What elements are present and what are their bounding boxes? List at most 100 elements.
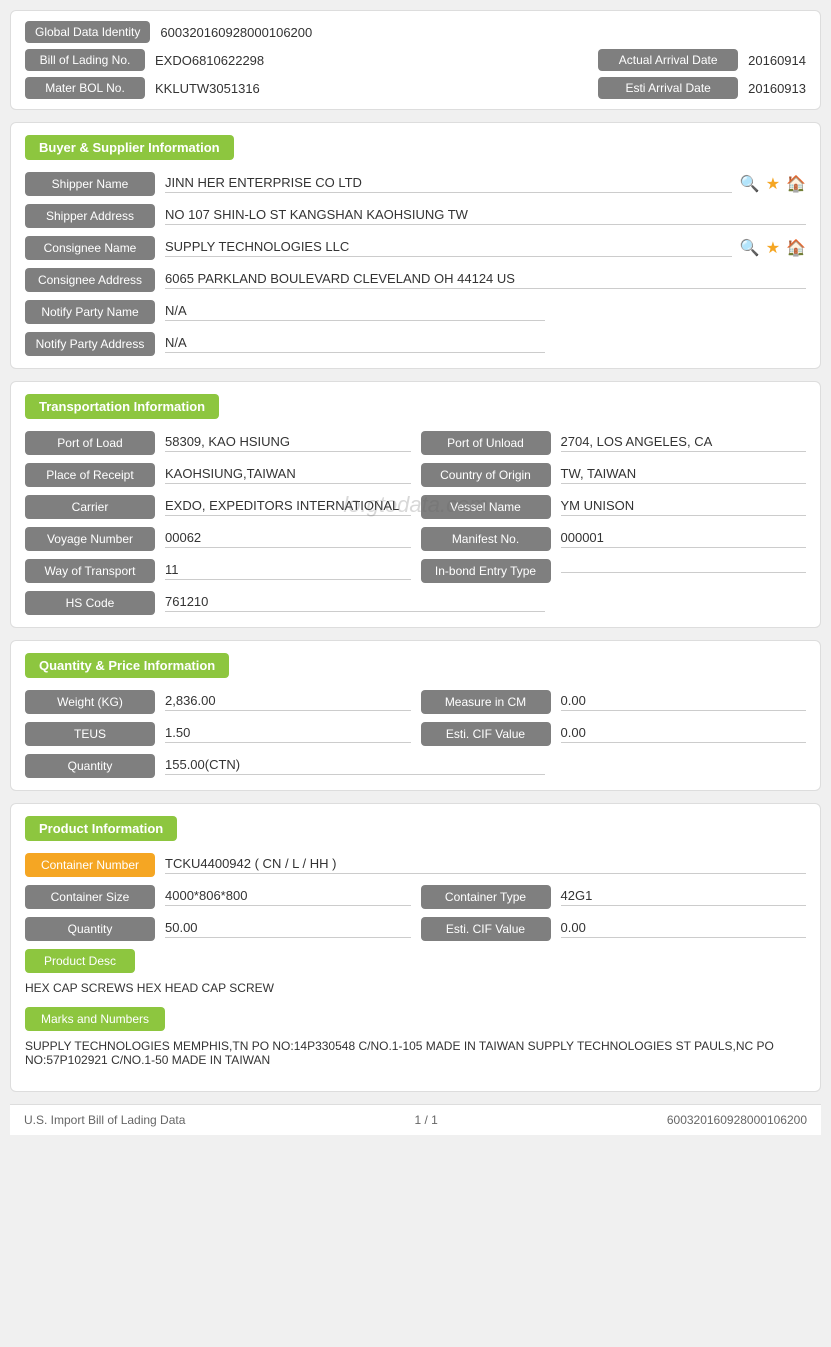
manifest-col: Manifest No. 000001 xyxy=(421,527,807,551)
esti-cif-label: Esti. CIF Value xyxy=(421,722,551,746)
carrier-label: Carrier xyxy=(25,495,155,519)
consignee-name-label: Consignee Name xyxy=(25,236,155,260)
bol-row: Bill of Lading No. EXDO6810622298 Actual… xyxy=(25,49,806,71)
footer-right: 600320160928000106200 xyxy=(667,1113,807,1127)
port-of-load-col: Port of Load 58309, KAO HSIUNG xyxy=(25,431,411,455)
shipper-name-value: JINN HER ENTERPRISE CO LTD xyxy=(165,175,732,193)
quantity-price-card: Quantity & Price Information Weight (KG)… xyxy=(10,640,821,791)
measure-value: 0.00 xyxy=(561,693,807,711)
product-cif-col: Esti. CIF Value 0.00 xyxy=(421,917,807,941)
product-desc-label: Product Desc xyxy=(25,949,135,973)
carrier-vessel-row: Carrier EXDO, EXPEDITORS INTERNATIONAL V… xyxy=(25,495,806,519)
vessel-name-value: YM UNISON xyxy=(561,498,807,516)
mater-bol-label: Mater BOL No. xyxy=(25,77,145,99)
voyage-col: Voyage Number 00062 xyxy=(25,527,411,551)
in-bond-value xyxy=(561,570,807,573)
consignee-star-icon[interactable]: ★ xyxy=(766,238,780,258)
actual-arrival-value: 20160914 xyxy=(748,53,806,68)
shipper-home-icon[interactable]: 🏠 xyxy=(786,174,806,194)
measure-col: Measure in CM 0.00 xyxy=(421,690,807,714)
carrier-value: EXDO, EXPEDITORS INTERNATIONAL xyxy=(165,498,411,516)
transportation-card: lo.gtodata.com Transportation Informatio… xyxy=(10,381,821,628)
consignee-name-icons: 🔍 ★ 🏠 xyxy=(740,238,806,258)
hs-code-row: HS Code 761210 xyxy=(25,591,806,615)
vessel-name-label: Vessel Name xyxy=(421,495,551,519)
notify-party-name-row: Notify Party Name N/A xyxy=(25,300,806,324)
container-size-label: Container Size xyxy=(25,885,155,909)
identity-card: Global Data Identity 6003201609280001062… xyxy=(10,10,821,110)
port-of-load-value: 58309, KAO HSIUNG xyxy=(165,434,411,452)
consignee-address-label: Consignee Address xyxy=(25,268,155,292)
product-quantity-label: Quantity xyxy=(25,917,155,941)
place-of-receipt-value: KAOHSIUNG,TAIWAN xyxy=(165,466,411,484)
quantity-label: Quantity xyxy=(25,754,155,778)
actual-arrival-label: Actual Arrival Date xyxy=(598,49,738,71)
way-of-transport-label: Way of Transport xyxy=(25,559,155,583)
teus-cif-row: TEUS 1.50 Esti. CIF Value 0.00 xyxy=(25,722,806,746)
voyage-number-label: Voyage Number xyxy=(25,527,155,551)
port-of-load-label: Port of Load xyxy=(25,431,155,455)
notify-party-name-value: N/A xyxy=(165,303,545,321)
shipper-name-icons: 🔍 ★ 🏠 xyxy=(740,174,806,194)
shipper-address-value: NO 107 SHIN-LO ST KANGSHAN KAOHSIUNG TW xyxy=(165,207,806,225)
consignee-home-icon[interactable]: 🏠 xyxy=(786,238,806,258)
carrier-col: Carrier EXDO, EXPEDITORS INTERNATIONAL xyxy=(25,495,411,519)
hs-code-label: HS Code xyxy=(25,591,155,615)
global-identity-row: Global Data Identity 6003201609280001062… xyxy=(25,21,806,43)
vessel-name-col: Vessel Name YM UNISON xyxy=(421,495,807,519)
in-bond-label: In-bond Entry Type xyxy=(421,559,551,583)
receipt-origin-row: Place of Receipt KAOHSIUNG,TAIWAN Countr… xyxy=(25,463,806,487)
port-of-unload-value: 2704, LOS ANGELES, CA xyxy=(561,434,807,452)
marks-label: Marks and Numbers xyxy=(25,1007,165,1031)
container-size-type-row: Container Size 4000*806*800 Container Ty… xyxy=(25,885,806,909)
bol-label: Bill of Lading No. xyxy=(25,49,145,71)
global-identity-label: Global Data Identity xyxy=(25,21,150,43)
product-quantity-col: Quantity 50.00 xyxy=(25,917,411,941)
consignee-name-row: Consignee Name SUPPLY TECHNOLOGIES LLC 🔍… xyxy=(25,236,806,260)
container-number-row: Container Number TCKU4400942 ( CN / L / … xyxy=(25,853,806,877)
marks-row: Marks and Numbers xyxy=(25,1007,806,1031)
teus-col: TEUS 1.50 xyxy=(25,722,411,746)
consignee-address-value: 6065 PARKLAND BOULEVARD CLEVELAND OH 441… xyxy=(165,271,806,289)
hs-code-value: 761210 xyxy=(165,594,545,612)
container-number-value: TCKU4400942 ( CN / L / HH ) xyxy=(165,856,806,874)
teus-value: 1.50 xyxy=(165,725,411,743)
mater-bol-row: Mater BOL No. KKLUTW3051316 Esti Arrival… xyxy=(25,77,806,99)
product-quantity-value: 50.00 xyxy=(165,920,411,938)
shipper-name-row: Shipper Name JINN HER ENTERPRISE CO LTD … xyxy=(25,172,806,196)
transportation-title: Transportation Information xyxy=(25,394,219,419)
consignee-search-icon[interactable]: 🔍 xyxy=(740,238,760,258)
teus-label: TEUS xyxy=(25,722,155,746)
notify-party-address-value: N/A xyxy=(165,335,545,353)
port-of-unload-label: Port of Unload xyxy=(421,431,551,455)
product-desc-row: Product Desc xyxy=(25,949,806,973)
voyage-manifest-row: Voyage Number 00062 Manifest No. 000001 xyxy=(25,527,806,551)
quantity-row: Quantity 155.00(CTN) xyxy=(25,754,806,778)
weight-value: 2,836.00 xyxy=(165,693,411,711)
country-of-origin-value: TW, TAIWAN xyxy=(561,466,807,484)
in-bond-col: In-bond Entry Type xyxy=(421,559,807,583)
port-of-unload-col: Port of Unload 2704, LOS ANGELES, CA xyxy=(421,431,807,455)
shipper-search-icon[interactable]: 🔍 xyxy=(740,174,760,194)
country-of-origin-col: Country of Origin TW, TAIWAN xyxy=(421,463,807,487)
buyer-supplier-title: Buyer & Supplier Information xyxy=(25,135,234,160)
port-row: Port of Load 58309, KAO HSIUNG Port of U… xyxy=(25,431,806,455)
notify-party-address-row: Notify Party Address N/A xyxy=(25,332,806,356)
bol-value: EXDO6810622298 xyxy=(155,53,598,68)
container-type-col: Container Type 42G1 xyxy=(421,885,807,909)
mater-bol-value: KKLUTW3051316 xyxy=(155,81,598,96)
esti-arrival-value: 20160913 xyxy=(748,81,806,96)
esti-cif-col: Esti. CIF Value 0.00 xyxy=(421,722,807,746)
measure-label: Measure in CM xyxy=(421,690,551,714)
esti-cif-value: 0.00 xyxy=(561,725,807,743)
buyer-supplier-card: Buyer & Supplier Information Shipper Nam… xyxy=(10,122,821,369)
consignee-address-row: Consignee Address 6065 PARKLAND BOULEVAR… xyxy=(25,268,806,292)
shipper-star-icon[interactable]: ★ xyxy=(766,174,780,194)
country-of-origin-label: Country of Origin xyxy=(421,463,551,487)
way-of-transport-value: 11 xyxy=(165,562,411,580)
footer-center: 1 / 1 xyxy=(414,1113,437,1127)
quantity-price-title: Quantity & Price Information xyxy=(25,653,229,678)
voyage-number-value: 00062 xyxy=(165,530,411,548)
weight-measure-row: Weight (KG) 2,836.00 Measure in CM 0.00 xyxy=(25,690,806,714)
notify-party-name-label: Notify Party Name xyxy=(25,300,155,324)
